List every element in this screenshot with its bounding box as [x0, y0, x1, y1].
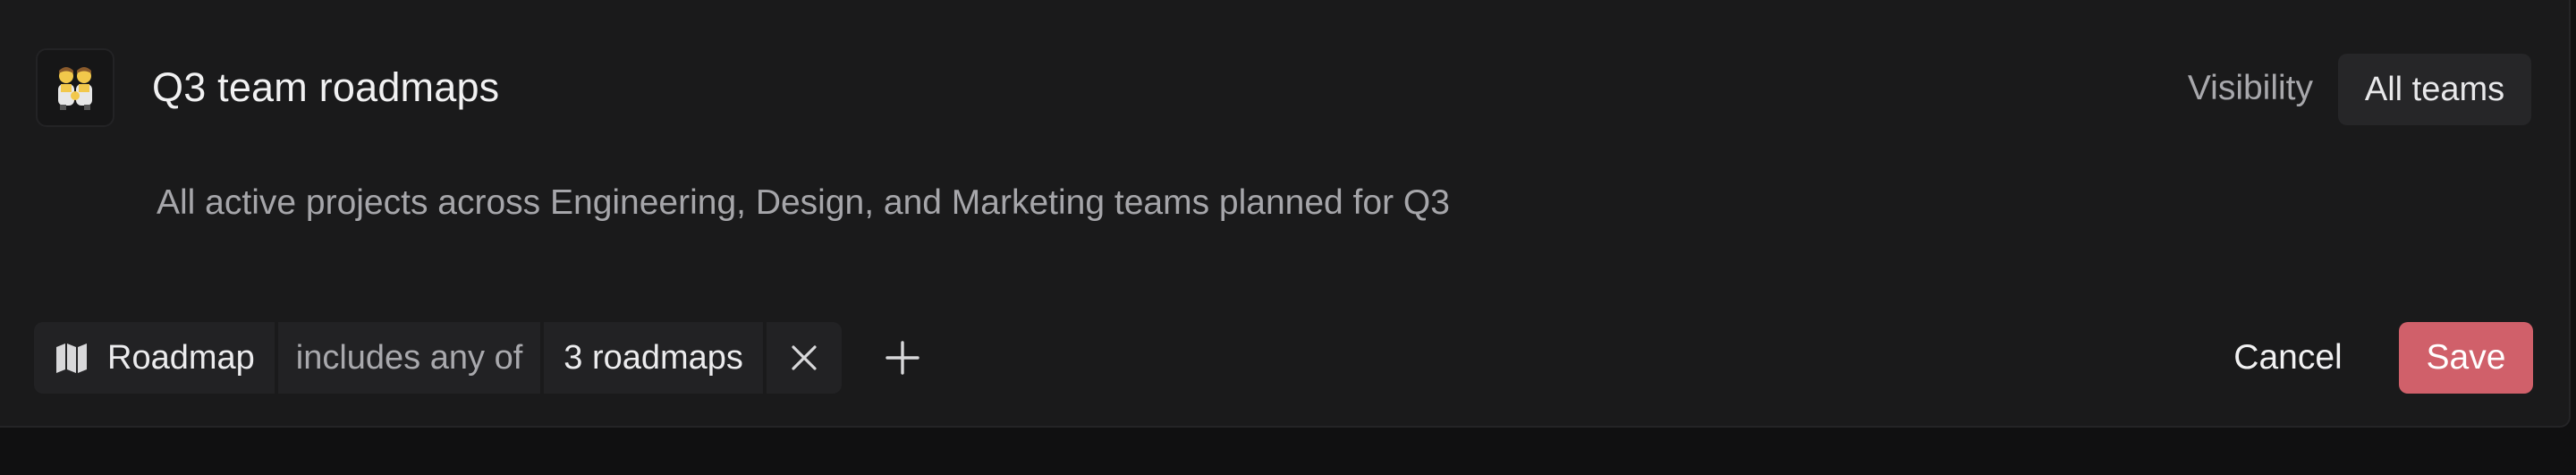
- view-icon-picker[interactable]: [36, 48, 114, 127]
- filter-field-chip[interactable]: Roadmap: [34, 322, 275, 394]
- filter-operator-chip[interactable]: includes any of: [277, 322, 541, 394]
- filter-field-label: Roadmap: [107, 338, 255, 377]
- filter-value-label: 3 roadmaps: [564, 338, 743, 377]
- visibility-dropdown[interactable]: All teams: [2338, 54, 2531, 125]
- people-holding-hands-icon: [58, 67, 92, 110]
- save-button[interactable]: Save: [2399, 322, 2533, 394]
- filter-value-chip[interactable]: 3 roadmaps: [544, 322, 763, 394]
- map-icon: [56, 344, 87, 373]
- filter-operator-label: includes any of: [295, 338, 523, 377]
- view-title[interactable]: Q3 team roadmaps: [152, 63, 499, 113]
- remove-filter-button[interactable]: [766, 322, 842, 394]
- view-description[interactable]: All active projects across Engineering, …: [157, 181, 1450, 225]
- visibility-label: Visibility: [2187, 69, 2313, 107]
- cancel-button[interactable]: Cancel: [2216, 322, 2360, 394]
- close-icon: [792, 345, 817, 370]
- filter-bar: Roadmap includes any of 3 roadmaps: [34, 322, 938, 394]
- plus-icon: [886, 341, 919, 375]
- view-editor-panel: Q3 team roadmaps Visibility All teams Al…: [0, 0, 2571, 428]
- add-filter-button[interactable]: [867, 322, 938, 394]
